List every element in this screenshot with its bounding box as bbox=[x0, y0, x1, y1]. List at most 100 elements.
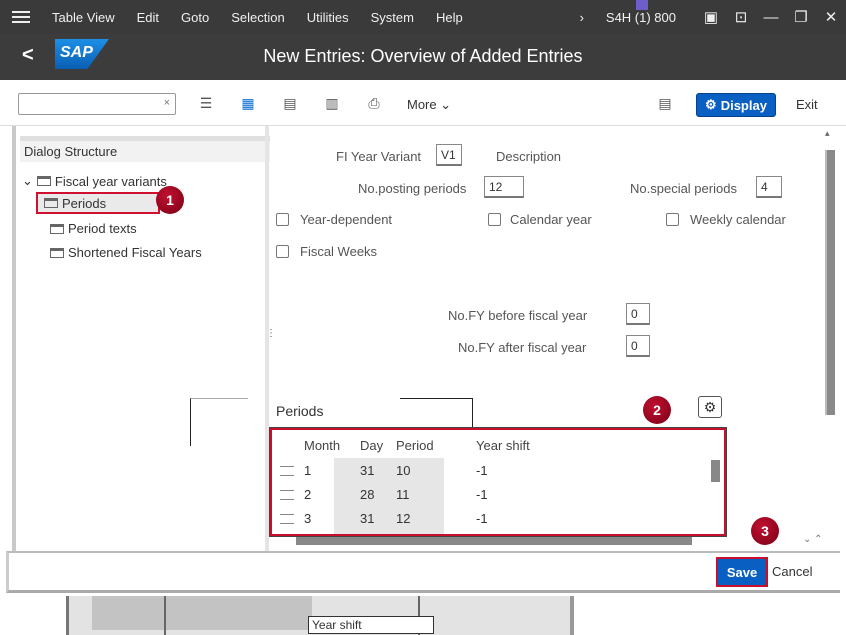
chevron-icon[interactable]: › bbox=[580, 10, 584, 25]
toolbar: × ☰ ▦ ▤ ▥ ⎙ More ⌄ ▤ ⚙ Display Exit bbox=[0, 80, 846, 126]
menu-system[interactable]: System bbox=[371, 10, 414, 25]
cell-year-shift[interactable]: -1 bbox=[476, 463, 488, 478]
cell-period[interactable]: 10 bbox=[396, 463, 410, 478]
menu-edit[interactable]: Edit bbox=[137, 10, 159, 25]
details-icon[interactable]: ▤ bbox=[656, 94, 674, 112]
tree-item-shortened-fiscal-years[interactable]: Shortened Fiscal Years bbox=[50, 245, 202, 260]
footer-bar bbox=[6, 551, 840, 593]
drag-ghost-frame bbox=[190, 398, 248, 446]
fy-after-field[interactable]: 0 bbox=[626, 335, 650, 357]
description-label: Description bbox=[496, 149, 562, 164]
folder-icon bbox=[50, 223, 64, 234]
posting-periods-label: No.posting periods bbox=[358, 181, 467, 196]
customize-icon[interactable]: ⊡ bbox=[726, 0, 756, 34]
cell-year-shift[interactable]: -1 bbox=[476, 511, 488, 526]
session-icon[interactable]: ▣ bbox=[696, 0, 726, 34]
row-selector[interactable] bbox=[280, 490, 294, 500]
scroll-up-icon[interactable]: ▴ bbox=[825, 128, 830, 139]
table-horizontal-scrollbar[interactable] bbox=[296, 537, 692, 545]
tree-item-label: Period texts bbox=[68, 221, 137, 236]
folder-icon bbox=[36, 176, 51, 186]
cell-period[interactable]: 11 bbox=[396, 487, 410, 502]
menu-selection[interactable]: Selection bbox=[231, 10, 284, 25]
column-header-year-shift[interactable]: Year shift bbox=[476, 438, 530, 453]
column-header-period[interactable]: Period bbox=[396, 438, 434, 453]
background-divider bbox=[164, 596, 166, 635]
row-selector[interactable] bbox=[280, 514, 294, 524]
special-periods-field[interactable]: 4 bbox=[756, 176, 782, 198]
exit-button[interactable]: Exit bbox=[796, 97, 818, 112]
select-block-icon[interactable]: ▤ bbox=[281, 94, 299, 112]
close-icon[interactable]: ✕ bbox=[816, 0, 846, 34]
folder-open-icon bbox=[44, 198, 58, 208]
callout-badge-2: 2 bbox=[643, 396, 671, 424]
cell-month[interactable]: 1 bbox=[304, 463, 311, 478]
chevron-down-icon: ⌄ bbox=[440, 97, 452, 112]
background-gray-block bbox=[92, 596, 312, 630]
tree-item-period-texts[interactable]: Period texts bbox=[50, 221, 137, 236]
display-button[interactable]: ⚙ Display bbox=[696, 93, 776, 117]
cell-year-shift[interactable]: -1 bbox=[476, 487, 488, 502]
cell-day[interactable]: 28 bbox=[360, 487, 374, 502]
cell-month[interactable]: 2 bbox=[304, 487, 311, 502]
menu-utilities[interactable]: Utilities bbox=[307, 10, 349, 25]
calendar-year-label: Calendar year bbox=[510, 212, 592, 227]
fy-before-field[interactable]: 0 bbox=[626, 303, 650, 325]
edit-list-icon[interactable]: ☰ bbox=[197, 94, 215, 112]
dialog-structure-title: Dialog Structure bbox=[20, 136, 270, 162]
select-all-icon[interactable]: ▦ bbox=[239, 94, 257, 112]
cell-period[interactable]: 12 bbox=[396, 511, 410, 526]
menu-goto[interactable]: Goto bbox=[181, 10, 209, 25]
print-icon[interactable]: ⎙ bbox=[365, 94, 383, 112]
fy-variant-field[interactable]: V1 bbox=[436, 144, 462, 166]
posting-periods-field[interactable]: 12 bbox=[484, 176, 524, 198]
cell-day[interactable]: 31 bbox=[360, 511, 374, 526]
fy-before-label: No.FY before fiscal year bbox=[448, 308, 588, 323]
vertical-scrollbar[interactable] bbox=[825, 150, 835, 415]
callout-badge-3: 3 bbox=[751, 517, 779, 545]
minimize-icon[interactable]: — bbox=[756, 0, 786, 34]
expand-icon[interactable]: ⌄ bbox=[22, 173, 33, 189]
more-label: More bbox=[407, 97, 437, 112]
year-dependent-checkbox[interactable] bbox=[276, 213, 289, 226]
dialog-structure-pane: Dialog Structure bbox=[12, 126, 270, 551]
maximize-icon[interactable]: ❐ bbox=[786, 0, 816, 34]
page-indicator-icon[interactable]: ⌄ ⌃ bbox=[803, 534, 823, 545]
more-menu[interactable]: More ⌄ bbox=[407, 97, 451, 113]
splitter-handle-icon[interactable]: ⋮ bbox=[266, 328, 276, 339]
weekly-calendar-checkbox[interactable] bbox=[666, 213, 679, 226]
menu-bar: Table View Edit Goto Selection Utilities… bbox=[0, 0, 846, 34]
tree-item-fiscal-year-variants[interactable]: ⌄ Fiscal year variants bbox=[22, 173, 167, 189]
folder-icon bbox=[50, 247, 64, 258]
cancel-button[interactable]: Cancel bbox=[772, 564, 812, 579]
page-title: New Entries: Overview of Added Entries bbox=[263, 46, 583, 66]
hamburger-menu-icon[interactable] bbox=[12, 11, 30, 23]
table-settings-icon[interactable]: ⚙ bbox=[698, 396, 722, 418]
title-bar: < SAP New Entries: Overview of Added Ent… bbox=[0, 34, 846, 80]
periods-table: Month Day Period Year shift 1 31 10 -1 2… bbox=[269, 427, 727, 537]
row-selector[interactable] bbox=[280, 466, 294, 476]
glasses-icon: ⚙ bbox=[705, 97, 717, 112]
cell-month[interactable]: 3 bbox=[304, 511, 311, 526]
column-header-month[interactable]: Month bbox=[304, 438, 340, 453]
tree-item-periods[interactable]: Periods bbox=[36, 192, 160, 214]
display-label: Display bbox=[720, 97, 767, 113]
fiscal-weeks-checkbox[interactable] bbox=[276, 245, 289, 258]
cell-day[interactable]: 31 bbox=[360, 463, 374, 478]
command-field[interactable]: × bbox=[18, 93, 176, 115]
background-year-shift-field: Year shift bbox=[308, 616, 434, 634]
drag-ghost-line bbox=[400, 398, 472, 399]
tree-item-label: Periods bbox=[62, 195, 107, 211]
periods-section-title: Periods bbox=[276, 403, 324, 419]
tree-item-label: Shortened Fiscal Years bbox=[68, 245, 202, 260]
weekly-calendar-label: Weekly calendar bbox=[690, 212, 786, 227]
special-periods-label: No.special periods bbox=[630, 181, 737, 196]
deselect-all-icon[interactable]: ▥ bbox=[323, 94, 341, 112]
menu-table-view[interactable]: Table View bbox=[52, 10, 115, 25]
calendar-year-checkbox[interactable] bbox=[488, 213, 501, 226]
menu-help[interactable]: Help bbox=[436, 10, 463, 25]
save-button[interactable]: Save bbox=[716, 557, 768, 587]
clear-icon[interactable]: × bbox=[164, 97, 170, 109]
table-vertical-scrollbar[interactable] bbox=[711, 460, 720, 482]
column-header-day[interactable]: Day bbox=[360, 438, 383, 453]
